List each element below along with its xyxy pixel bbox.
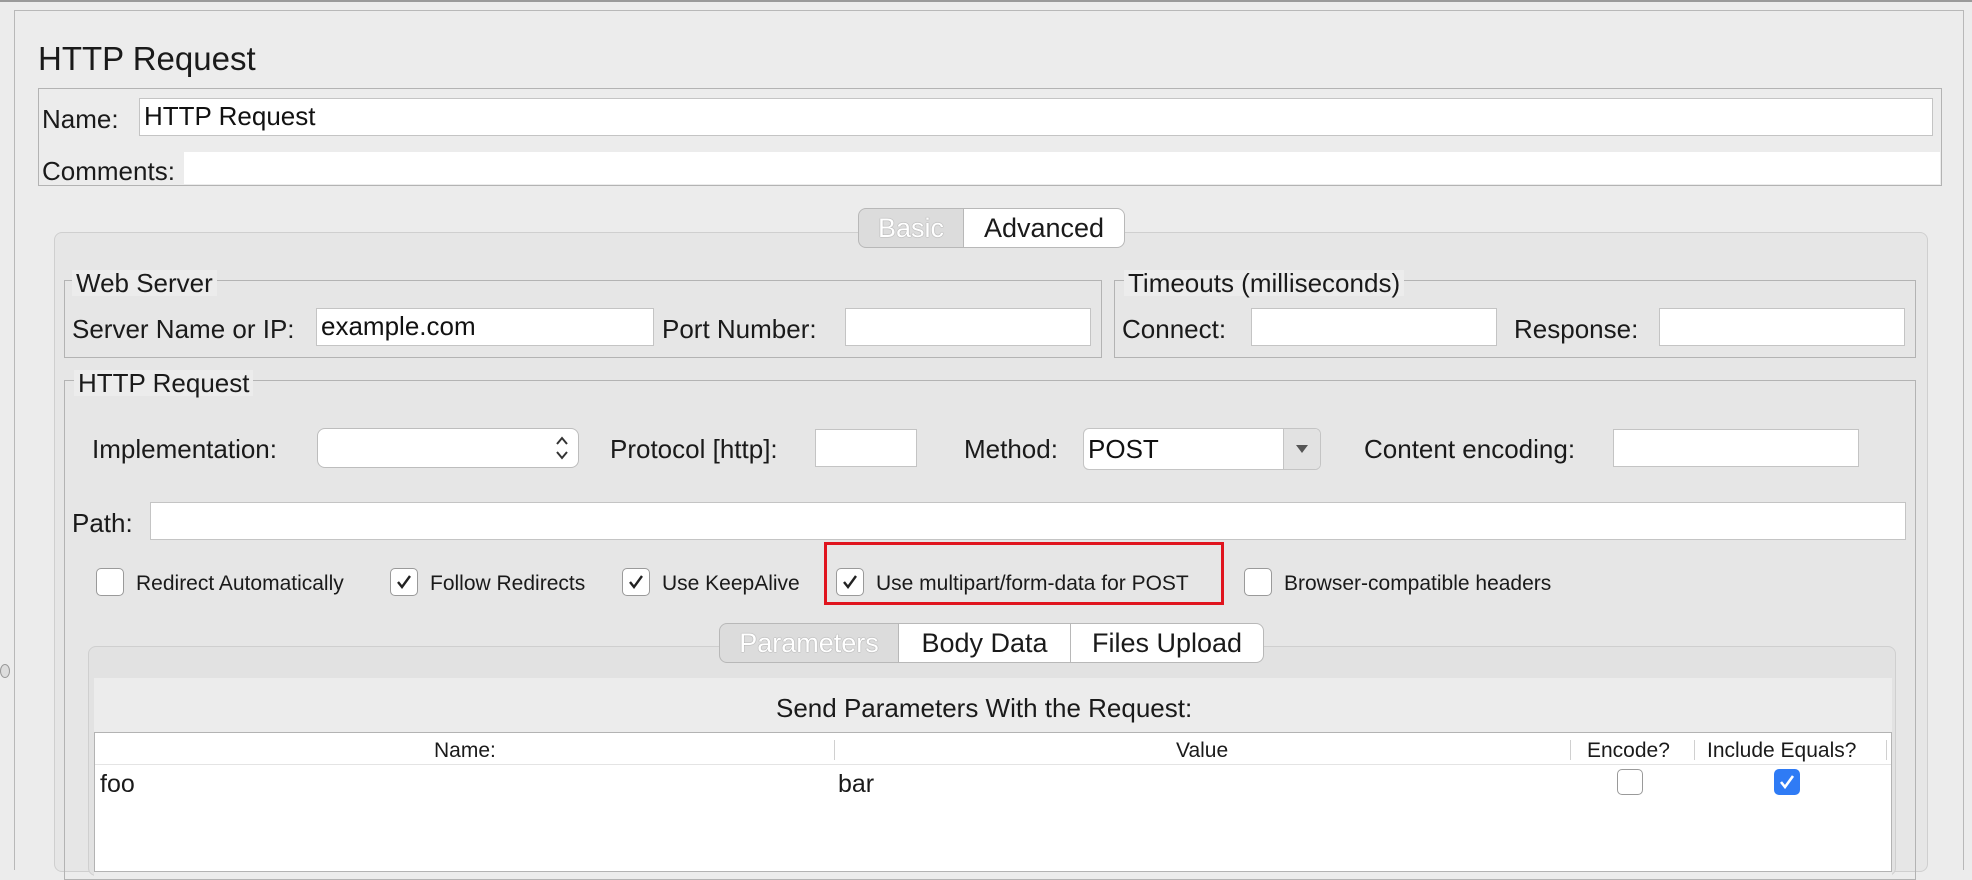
response-input[interactable] (1659, 308, 1905, 346)
redirect-automatically-checkbox[interactable] (96, 568, 124, 596)
method-label: Method: (964, 434, 1058, 464)
column-divider (1694, 740, 1695, 760)
tab-files-upload[interactable]: Files Upload (1070, 623, 1264, 663)
name-label: Name: (42, 104, 119, 134)
checkmark-icon (1779, 775, 1795, 790)
web-server-title: Web Server (72, 270, 217, 296)
implementation-select[interactable] (317, 428, 579, 468)
checkmark-icon (843, 575, 857, 589)
port-input[interactable] (845, 308, 1091, 346)
checkmark-icon (397, 575, 411, 589)
encoding-input[interactable] (1613, 429, 1859, 467)
path-label: Path: (72, 508, 133, 538)
protocol-input[interactable] (815, 429, 917, 467)
implementation-label: Implementation: (92, 434, 277, 464)
multipart-label: Use multipart/form-data for POST (876, 572, 1189, 595)
method-select[interactable]: POST (1083, 428, 1321, 470)
column-header-include-equals[interactable]: Include Equals? (1707, 740, 1856, 761)
comments-input[interactable] (184, 152, 1940, 184)
redirect-automatically-label: Redirect Automatically (136, 572, 344, 595)
checkmark-icon (629, 575, 643, 589)
encode-checkbox[interactable] (1617, 769, 1643, 795)
param-name-cell[interactable]: foo (100, 772, 135, 797)
page-title: HTTP Request (38, 40, 256, 77)
tab-parameters[interactable]: Parameters (719, 623, 899, 663)
protocol-label: Protocol [http]: (610, 434, 778, 464)
column-divider (1570, 740, 1571, 760)
browser-compatible-checkbox[interactable] (1244, 568, 1272, 596)
tab-advanced[interactable]: Advanced (963, 208, 1125, 248)
column-header-encode[interactable]: Encode? (1587, 740, 1670, 761)
updown-chevron-icon (554, 433, 570, 467)
params-heading: Send Parameters With the Request: (776, 693, 1193, 723)
connect-label: Connect: (1122, 314, 1227, 344)
encoding-label: Content encoding: (1364, 434, 1576, 464)
column-header-value[interactable]: Value (1176, 740, 1228, 761)
browser-compatible-label: Browser-compatible headers (1284, 572, 1552, 595)
server-input[interactable]: example.com (316, 308, 654, 346)
tab-basic[interactable]: Basic (858, 208, 964, 248)
comments-label: Comments: (42, 156, 175, 186)
http-request-group-title: HTTP Request (74, 370, 254, 396)
column-header-name[interactable]: Name: (434, 740, 496, 761)
dropdown-arrow-icon (1283, 429, 1320, 469)
follow-redirects-label: Follow Redirects (430, 572, 586, 595)
connect-input[interactable] (1251, 308, 1497, 346)
param-value-cell[interactable]: bar (838, 772, 874, 797)
column-divider (1886, 740, 1887, 760)
port-label: Port Number: (662, 314, 817, 344)
method-value: POST (1088, 434, 1159, 464)
server-label: Server Name or IP: (72, 314, 295, 344)
column-divider (834, 740, 835, 760)
response-label: Response: (1514, 314, 1639, 344)
timeouts-title: Timeouts (milliseconds) (1124, 270, 1405, 296)
tab-body-data[interactable]: Body Data (898, 623, 1071, 663)
path-input[interactable] (150, 502, 1906, 540)
use-keepalive-label: Use KeepAlive (662, 572, 800, 595)
include-equals-checkbox[interactable] (1774, 769, 1800, 795)
use-keepalive-checkbox[interactable] (622, 568, 650, 596)
multipart-checkbox[interactable] (836, 568, 864, 596)
follow-redirects-checkbox[interactable] (390, 568, 418, 596)
resize-handle[interactable] (0, 664, 10, 678)
name-input[interactable]: HTTP Request (139, 98, 1933, 136)
